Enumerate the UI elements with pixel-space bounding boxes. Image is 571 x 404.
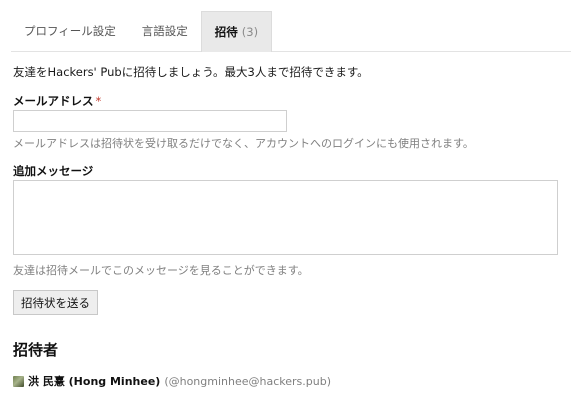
tab-label: 招待: [214, 25, 238, 39]
send-invitation-button[interactable]: 招待状を送る: [13, 290, 98, 315]
inviter-heading: 招待者: [13, 341, 59, 359]
inviter-handle: (@hongminhee@hackers.pub): [164, 374, 331, 388]
tab-invite[interactable]: 招待 (3): [200, 11, 273, 52]
invite-intro-text: 友達をHackers' Pubに招待しましょう。最大3人まで招待できます。: [13, 65, 369, 79]
settings-tabs: プロフィール設定 言語設定 招待 (3): [11, 11, 571, 52]
tab-profile-settings[interactable]: プロフィール設定: [11, 11, 129, 51]
message-textarea[interactable]: [13, 180, 558, 255]
user-avatar-icon[interactable]: [13, 375, 24, 387]
tab-language-settings[interactable]: 言語設定: [129, 11, 201, 51]
inviter-name-link[interactable]: 洪 民憙 (Hong Minhee): [28, 373, 160, 389]
email-input[interactable]: [13, 110, 287, 132]
message-help-text: 友達は招待メールでこのメッセージを見ることができます。: [13, 264, 309, 277]
email-help-text: メールアドレスは招待状を受け取るだけでなく、アカウントへのログインにも使用されま…: [13, 137, 474, 150]
inviter-row: 洪 民憙 (Hong Minhee) (@hongminhee@hackers.…: [13, 373, 331, 389]
message-label: 追加メッセージ: [13, 164, 94, 178]
invite-count-badge: (3): [241, 25, 259, 39]
email-label-text: メールアドレス: [13, 94, 94, 108]
tab-label: 言語設定: [141, 24, 188, 38]
tab-label: プロフィール設定: [24, 24, 116, 38]
required-mark: *: [95, 94, 102, 108]
email-label: メールアドレス *: [13, 93, 101, 109]
